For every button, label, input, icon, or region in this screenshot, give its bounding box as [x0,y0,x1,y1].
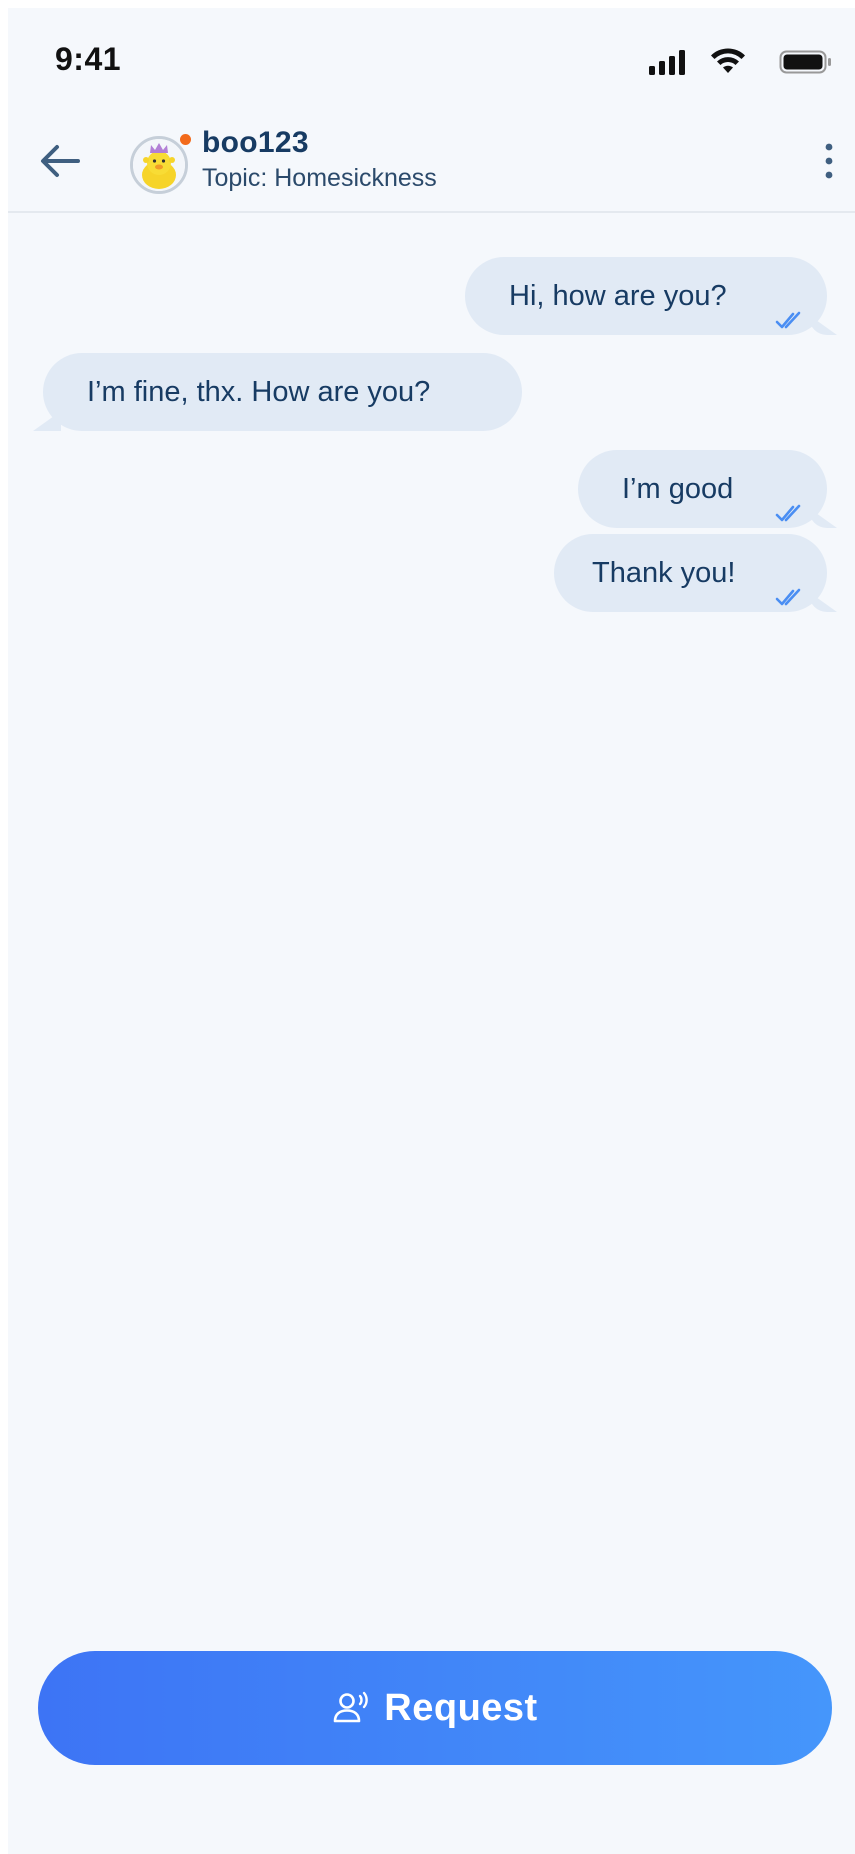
wifi-icon [709,48,747,76]
status-bar: 9:41 [8,8,855,108]
battery-icon [779,48,833,76]
message-text: Hi, how are you? [509,280,727,312]
message-bubble-sent[interactable]: Thank you! [554,534,827,612]
duck-avatar-icon [133,139,185,191]
message-text: I’m fine, thx. How are you? [87,376,431,408]
arrow-left-icon [38,145,84,188]
signal-icon [647,48,691,76]
message-text: Thank you! [592,557,736,589]
double-check-icon [775,477,805,522]
conversation-topic: Topic: Homesickness [202,164,437,192]
online-status-dot [180,134,191,145]
request-button[interactable]: Request [38,1651,832,1765]
request-label: Request [384,1686,538,1729]
contact-name: boo123 [202,126,309,159]
person-voice-icon [332,1690,372,1726]
message-text: I’m good [622,473,734,505]
avatar[interactable] [130,136,188,194]
message-bubble-sent[interactable]: Hi, how are you? [465,257,827,335]
back-button[interactable] [38,138,84,184]
message-bubble-sent[interactable]: I’m good [578,450,827,528]
chat-screen: 9:41 boo123 Topic: Homesickness Hi, how … [8,8,855,1854]
more-vertical-icon [817,143,841,190]
more-options-button[interactable] [817,138,841,186]
double-check-icon [775,284,805,329]
status-time: 9:41 [55,41,122,77]
chat-header: boo123 Topic: Homesickness [8,108,855,213]
message-bubble-received[interactable]: I’m fine, thx. How are you? [43,353,522,431]
double-check-icon [775,561,805,606]
